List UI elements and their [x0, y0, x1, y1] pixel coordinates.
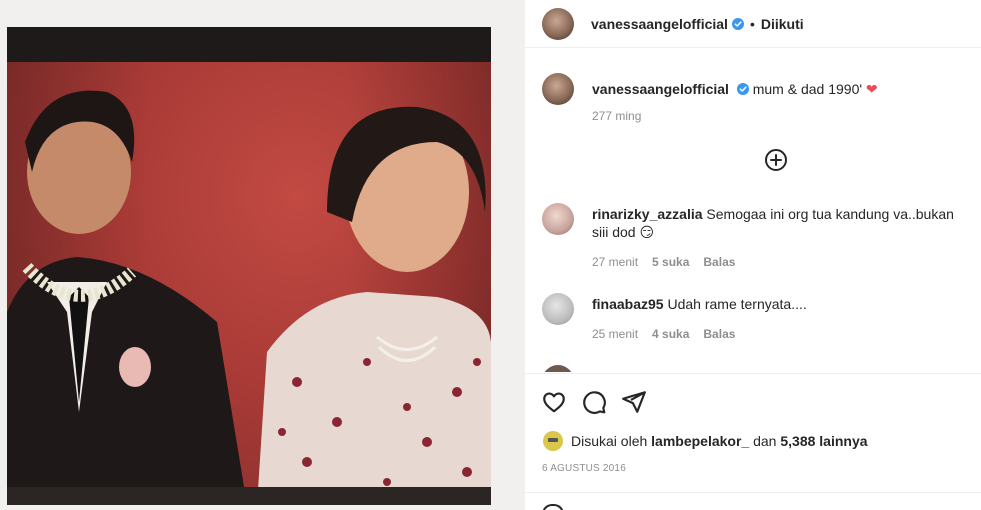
comment-icon[interactable] [581, 389, 607, 415]
likes-summary: Disukai oleh lambepelakor_ dan 5,388 lai… [543, 431, 868, 451]
comment-avatar[interactable] [542, 203, 574, 235]
load-more-comments-button[interactable] [764, 148, 788, 172]
post-photo[interactable] [7, 27, 491, 505]
comment-time[interactable]: 27 menit [592, 255, 638, 269]
heart-icon[interactable] [541, 389, 567, 415]
caption-avatar[interactable] [542, 73, 574, 105]
header-avatar[interactable] [542, 7, 574, 40]
divider [525, 492, 981, 493]
comment-avatar-partial[interactable] [542, 365, 574, 372]
comment-body: rinarizky_azzalia Semogaa ini org tua ka… [592, 203, 962, 241]
post-header: vanessaangelofficial • Diikuti [525, 0, 981, 48]
caption-time[interactable]: 277 ming [592, 109, 641, 123]
verified-icon [736, 83, 749, 95]
likes-middle: dan [753, 433, 777, 449]
follow-status-button[interactable]: Diikuti [761, 16, 804, 32]
header-user: vanessaangelofficial • Diikuti [591, 16, 804, 32]
caption-row: vanessaangelofficial mum & dad 1990' ❤ [542, 73, 878, 105]
photo-subjects [7, 90, 491, 505]
emoji-icon[interactable] [542, 504, 564, 510]
heart-emoji: ❤ [865, 81, 878, 97]
likes-prefix: Disukai oleh [571, 433, 648, 449]
liker-avatar[interactable] [543, 431, 563, 451]
verified-icon [731, 17, 744, 30]
comments-section[interactable]: vanessaangelofficial mum & dad 1990' ❤ 2… [525, 49, 981, 372]
photo-bottom-edge [7, 487, 491, 505]
liker-avatar-mark [548, 438, 558, 442]
comment-avatar[interactable] [542, 293, 574, 325]
caption-meta: 277 ming [592, 109, 641, 123]
post-date[interactable]: 6 AGUSTUS 2016 [542, 463, 626, 474]
caption-username[interactable]: vanessaangelofficial [592, 81, 729, 97]
caption-text: mum & dad 1990' [752, 81, 863, 97]
header-separator: • [749, 15, 755, 32]
add-comment-icon [765, 149, 787, 171]
comment-likes[interactable]: 5 suka [652, 255, 689, 269]
comment-likes[interactable]: 4 suka [652, 327, 689, 341]
post-actions: Disukai oleh lambepelakor_ dan 5,388 lai… [525, 373, 981, 510]
reply-button[interactable]: Balas [703, 255, 735, 269]
comment-item: rinarizky_azzalia Semogaa ini org tua ka… [542, 203, 962, 241]
reply-button[interactable]: Balas [703, 327, 735, 341]
comment-username[interactable]: rinarizky_azzalia [592, 206, 703, 222]
comment-meta: 27 menit 5 suka Balas [592, 255, 735, 269]
post-side-panel: vanessaangelofficial • Diikuti vanessaan… [524, 0, 981, 510]
comment-item: finaabaz95 Udah rame ternyata.... [542, 293, 962, 325]
comment-text: Udah rame ternyata.... [667, 296, 807, 312]
photo-background [7, 62, 491, 505]
share-icon[interactable] [621, 389, 647, 415]
comment-time[interactable]: 25 menit [592, 327, 638, 341]
likes-count[interactable]: 5,388 lainnya [780, 433, 867, 449]
post-image-pane [0, 0, 524, 510]
comment-username[interactable]: finaabaz95 [592, 296, 664, 312]
header-username[interactable]: vanessaangelofficial [591, 16, 728, 32]
comment-body: finaabaz95 Udah rame ternyata.... [592, 293, 962, 325]
comment-meta: 25 menit 4 suka Balas [592, 327, 735, 341]
caption-text-line: vanessaangelofficial mum & dad 1990' ❤ [592, 73, 878, 105]
likes-user[interactable]: lambepelakor_ [651, 433, 749, 449]
comment-emoji: 😏 [639, 224, 655, 240]
